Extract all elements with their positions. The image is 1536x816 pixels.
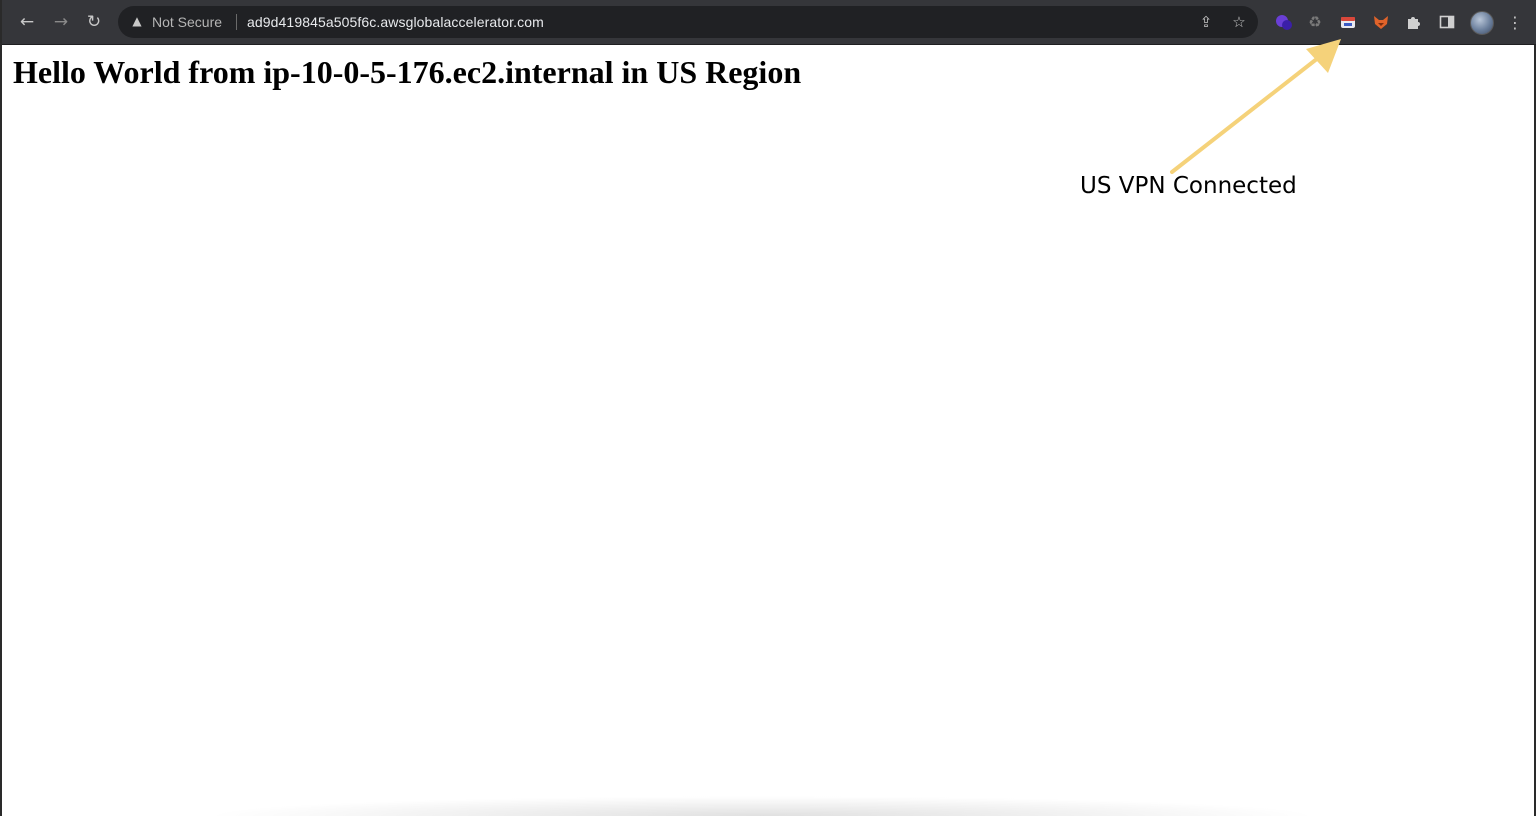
warning-icon[interactable]: ▲ <box>130 14 144 28</box>
kebab-menu-icon[interactable]: ⋮ <box>1505 12 1525 32</box>
annotation-arrow <box>1170 39 1341 174</box>
address-bar[interactable]: ▲ Not Secure ad9d419845a505f6c.awsglobal… <box>118 6 1258 38</box>
recycle-extension-icon[interactable]: ♻ <box>1305 12 1325 32</box>
avatar[interactable] <box>1470 11 1494 35</box>
annotation-label: US VPN Connected <box>1080 173 1297 199</box>
back-arrow-icon[interactable]: ← <box>15 10 39 34</box>
reload-icon[interactable]: ↻ <box>82 10 106 34</box>
browser-toolbar: ← → ↻ ▲ Not Secure ad9d419845a505f6c.aws… <box>2 0 1536 45</box>
forward-arrow-icon[interactable]: → <box>49 10 73 34</box>
page-heading: Hello World from ip-10-0-5-176.ec2.inter… <box>13 54 802 90</box>
security-indicator[interactable]: Not Secure <box>152 14 222 30</box>
url-text[interactable]: ad9d419845a505f6c.awsglobalaccelerator.c… <box>247 14 544 30</box>
side-panel-icon[interactable] <box>1437 12 1457 32</box>
browser-window: ← → ↻ ▲ Not Secure ad9d419845a505f6c.aws… <box>0 0 1536 816</box>
fox-extension-icon[interactable] <box>1371 12 1391 32</box>
star-icon[interactable]: ☆ <box>1229 12 1249 32</box>
omnibox-divider <box>236 14 237 30</box>
puzzle-icon[interactable] <box>1404 12 1424 32</box>
annotation-arrow-shaft <box>1170 56 1320 174</box>
share-icon[interactable]: ⇪ <box>1196 12 1216 32</box>
purple-extension-icon[interactable] <box>1274 12 1294 32</box>
bottom-shadow <box>202 796 1322 816</box>
vpn-extension-icon[interactable] <box>1338 12 1358 32</box>
